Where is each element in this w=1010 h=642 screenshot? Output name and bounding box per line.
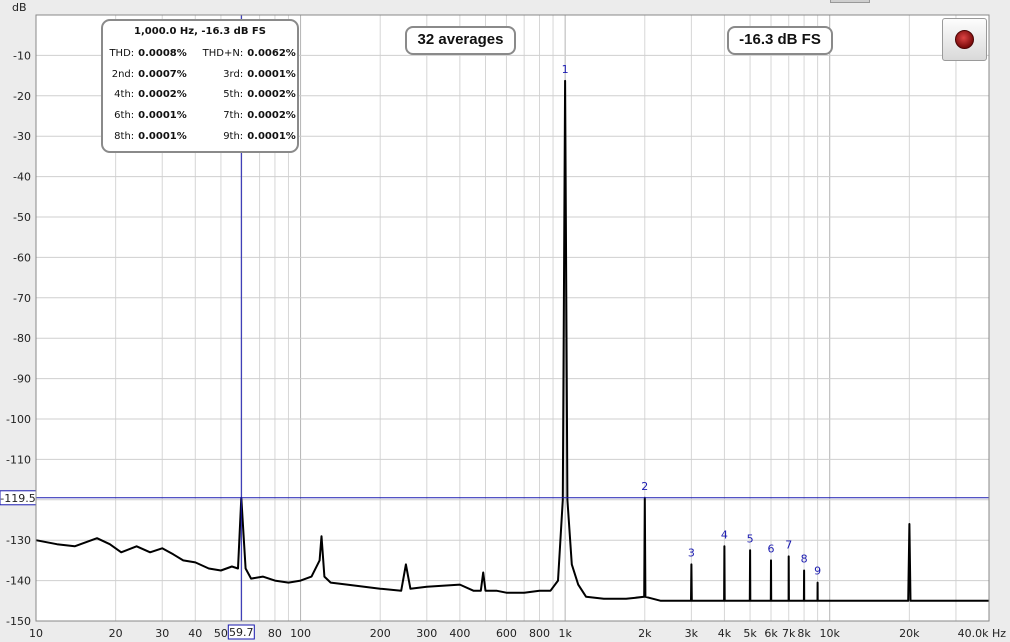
record-button[interactable] [942, 18, 987, 61]
harmonic-label: 5 [747, 532, 754, 545]
distortion-label: 5th: [223, 89, 244, 101]
y-tick-label: -90 [13, 373, 31, 386]
distortion-row: 4th: 0.0002% 5th: 0.0002% [105, 85, 297, 106]
harmonic-label: 2 [641, 480, 648, 493]
distortion-label: 6th: [114, 110, 135, 122]
record-icon [955, 30, 974, 49]
distortion-value: 0.0002% [138, 89, 187, 101]
harmonic-label: 7 [785, 538, 792, 551]
distortion-value: 0.0001% [138, 110, 187, 122]
distortion-value: 0.0001% [138, 131, 187, 143]
x-tick-label: 30 [155, 627, 169, 640]
x-tick-label: 7k [782, 627, 796, 640]
x-tick-label: 200 [370, 627, 391, 640]
y-axis-label: dB [12, 1, 27, 14]
distortion-row: 6th: 0.0001% 7th: 0.0002% [105, 105, 297, 126]
harmonic-label: 3 [688, 546, 695, 559]
harmonic-label: 4 [721, 528, 728, 541]
harmonic-label: 9 [814, 565, 821, 578]
harmonic-label: 6 [768, 542, 775, 555]
distortion-label: 8th: [114, 131, 135, 143]
y-tick-label: -100 [6, 413, 31, 426]
x-tick-label: 10k [820, 627, 841, 640]
harmonic-label: 8 [801, 553, 808, 566]
distortion-label: THD+N: [202, 47, 244, 59]
distortion-label: 4th: [114, 89, 135, 101]
distortion-value: 0.0001% [247, 131, 296, 143]
x-tick-label: 40 [188, 627, 202, 640]
y-tick-label: -60 [13, 251, 31, 264]
distortion-header: 1,000.0 Hz, -16.3 dB FS [134, 26, 266, 37]
y-tick-label: -50 [13, 211, 31, 224]
distortion-label: 3rd: [223, 68, 244, 80]
averages-badge: 32 averages [405, 26, 516, 55]
distortion-value: 0.0001% [247, 68, 296, 80]
x-tick-label: 40.0k Hz [958, 627, 1007, 640]
x-tick-label: 100 [290, 627, 311, 640]
distortion-label: THD: [109, 47, 135, 59]
x-tick-label: 400 [449, 627, 470, 640]
level-badge: -16.3 dB FS [727, 26, 833, 55]
x-tick-label: 1k [558, 627, 572, 640]
x-tick-label: 3k [685, 627, 699, 640]
y-tick-label: -80 [13, 332, 31, 345]
x-tick-label: 300 [416, 627, 437, 640]
distortion-panel: 1,000.0 Hz, -16.3 dB FS THD: 0.0008% THD… [101, 19, 299, 153]
y-tick-label: -150 [6, 615, 31, 628]
harmonic-label: 1 [562, 63, 569, 76]
distortion-row: THD: 0.0008% THD+N: 0.0062% [105, 43, 297, 64]
x-tick-label: 50 [214, 627, 228, 640]
y-tick-label: -110 [6, 453, 31, 466]
distortion-label: 7th: [223, 110, 244, 122]
distortion-label: 2nd: [111, 68, 135, 80]
y-tick-label: -70 [13, 292, 31, 305]
x-tick-label: 10 [29, 627, 43, 640]
y-tick-label: -140 [6, 575, 31, 588]
distortion-value: 0.0008% [138, 47, 187, 59]
x-tick-label: 20 [109, 627, 123, 640]
x-tick-label: 600 [496, 627, 517, 640]
distortion-label: 9th: [223, 131, 244, 143]
y-tick-label: -130 [6, 534, 31, 547]
distortion-value: 0.0002% [247, 89, 296, 101]
x-tick-label: 20k [899, 627, 920, 640]
x-tick-label: 80 [268, 627, 282, 640]
y-tick-label: -40 [13, 171, 31, 184]
distortion-table: THD: 0.0008% THD+N: 0.0062% 2nd: 0.0007%… [105, 43, 297, 147]
x-tick-label: 4k [718, 627, 732, 640]
distortion-row: 2nd: 0.0007% 3rd: 0.0001% [105, 64, 297, 85]
cursor-y-readout: -119.5 [0, 492, 35, 505]
x-tick-label: 6k [764, 627, 778, 640]
distortion-value: 0.0062% [247, 47, 296, 59]
distortion-value: 0.0007% [138, 68, 187, 80]
y-tick-label: -30 [13, 130, 31, 143]
distortion-value: 0.0002% [247, 110, 296, 122]
y-axis-ticks: -10 -20 -30 -40 -50 -60 -70 -80 -90 -100 -110 -130 -… [6, 49, 31, 628]
x-tick-label: 2k [638, 627, 652, 640]
x-axis-ticks: 10 20 30 40 50 80 100 200 300 400 600 800 1k 2k 3k 4k 5k… [29, 627, 1006, 640]
x-tick-label: 8k [797, 627, 811, 640]
cursor-x-readout: 59.7 [229, 626, 254, 639]
x-tick-label: 800 [529, 627, 550, 640]
y-tick-label: -10 [13, 49, 31, 62]
y-tick-label: -20 [13, 90, 31, 103]
x-tick-label: 5k [743, 627, 757, 640]
distortion-row: 8th: 0.0001% 9th: 0.0001% [105, 126, 297, 147]
